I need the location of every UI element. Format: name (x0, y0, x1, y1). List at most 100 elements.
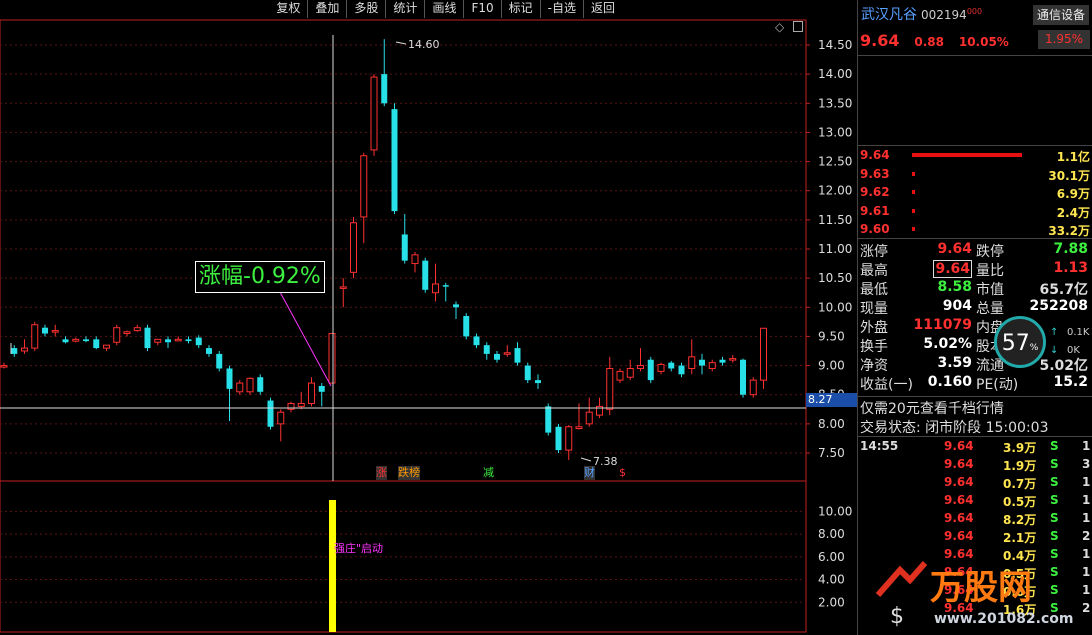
candle-body (555, 426, 562, 451)
tick-time: 14:55 (860, 439, 899, 453)
candle-body (297, 402, 305, 407)
dollar-logo-icon: $ (890, 604, 904, 629)
plot-frame (0, 19, 807, 633)
candle-body (103, 344, 110, 349)
quote-panel: 武汉凡谷 002194000 通信设备 9.64 0.88 10.05% 1.95… (857, 0, 1092, 635)
candle-body (494, 353, 500, 360)
stat-label: 量比 (976, 263, 1004, 279)
tick-volume: 0.5万 (1003, 495, 1037, 509)
y-axis-label: 8.00 (818, 417, 845, 431)
toolbar-item-7[interactable]: -自选 (539, 0, 583, 18)
kline-chart[interactable]: 14.50 14.00 13.50 13.00 12.50 12.00 11.50 11.00… (0, 0, 857, 635)
toolbar-item-0[interactable]: 复权 (269, 0, 308, 18)
price-change: 0.88 (914, 35, 944, 49)
low-price-label: 7.38 (593, 455, 618, 468)
orderbook-volume: 33.2万 (1048, 224, 1090, 238)
candle-body (246, 377, 254, 393)
stat-value: 5.02% (923, 336, 972, 352)
stat-label: 外盘 (860, 320, 888, 336)
orderbook-row[interactable]: 9.61 2.4万 (860, 204, 1090, 222)
orderbook-row[interactable]: 9.64 1.1亿 (860, 148, 1090, 166)
tick-price: 9.64 (944, 529, 974, 543)
orderbook-volume: 30.1万 (1048, 168, 1090, 183)
candle-body (308, 382, 315, 404)
candle-body (195, 337, 202, 346)
orderbook-volume-bar (912, 171, 915, 176)
sector-button[interactable]: 通信设备 (1033, 5, 1089, 25)
tick-count: 1 (1082, 439, 1091, 453)
indicator-label: 强庄"启动 (334, 542, 384, 555)
stat-value: 8.58 (937, 279, 972, 295)
candle-body (0, 365, 8, 368)
stat-label: 净资 (860, 358, 888, 374)
indicator-axis-label: 6.00 (818, 550, 845, 564)
gauge-down-value: 0K (1067, 345, 1080, 356)
candle-body (463, 316, 470, 337)
candle-body (83, 339, 89, 342)
stock-code: 002194000 (921, 7, 983, 22)
stat-value: 65.7亿 (1039, 282, 1088, 298)
orderbook-row[interactable]: 9.63 30.1万 (860, 167, 1090, 185)
stock-name[interactable]: 武汉凡谷 (861, 7, 917, 23)
pct-change: 10.05% (958, 35, 1009, 49)
sector-pct-badge: 1.95% (1038, 30, 1090, 49)
candle-body (226, 368, 233, 389)
candle-body (483, 345, 490, 354)
candle-body (154, 338, 162, 343)
watermark-text: 万股网 (930, 568, 1032, 608)
candle-body (606, 367, 614, 410)
window-square-icon[interactable] (793, 21, 803, 32)
orderbook-volume-bar (912, 190, 915, 194)
candle-body (11, 348, 18, 354)
tick-row[interactable]: 9.64 0.5万 S 1 (860, 493, 1092, 511)
candle-body (411, 254, 419, 265)
tick-row[interactable]: 9.64 0.7万 S 1 (860, 475, 1092, 493)
candle-body (185, 339, 192, 342)
candle-body (740, 359, 746, 395)
divider (858, 145, 1092, 146)
stat-label: 市值 (976, 282, 1004, 298)
candle-body (708, 362, 716, 369)
tick-price: 9.64 (944, 511, 974, 525)
y-axis-label: 14.50 (818, 38, 852, 52)
diamond-icon[interactable]: ◇ (775, 20, 784, 34)
gauge-up-value: 0.1K (1067, 327, 1090, 338)
tick-row[interactable]: 9.64 8.2万 S 1 (860, 511, 1092, 529)
orderbook-volume-bar (912, 227, 915, 231)
stat-label: 流通 (976, 358, 1004, 374)
arrow-logo-icon (875, 561, 928, 597)
candle-body (575, 426, 583, 430)
candle-body (401, 234, 408, 261)
chart-toolbar: 复权 叠加 多股 统计 画线 F10 标记 -自选 返回 (269, 0, 622, 18)
level2-notice[interactable]: 仅需20元查看千档行情 (860, 398, 1004, 418)
orderbook-price: 9.62 (860, 185, 890, 199)
orderbook-volume-bar (912, 208, 915, 213)
stat-zl_k: 总量 252208 (976, 298, 1090, 317)
toolbar-item-4[interactable]: 画线 (424, 0, 464, 18)
divider (858, 238, 1092, 239)
tick-row[interactable]: 14:55 9.64 3.9万 S 1 (860, 439, 1092, 457)
tick-row[interactable]: 9.64 2.1万 S 2 (860, 529, 1092, 547)
candle-body (473, 336, 480, 346)
y-axis-label: 9.00 (818, 359, 845, 373)
toolbar-item-6[interactable]: 标记 (500, 0, 540, 18)
toolbar-item-8[interactable]: 返回 (582, 0, 622, 18)
arrow-down-icon: ↓ (1050, 345, 1059, 356)
tick-row[interactable]: 9.64 1.9万 S 3 (860, 457, 1092, 475)
candle-body (133, 327, 141, 332)
candle-body (719, 359, 726, 363)
candle-body (277, 411, 285, 425)
orderbook-row[interactable]: 9.62 6.9万 (860, 185, 1090, 203)
stat-value: 5.02亿 (1039, 358, 1088, 374)
stat-zt_k: 涨停 9.64 (860, 241, 974, 260)
toolbar-item-3[interactable]: 统计 (385, 0, 425, 18)
tick-count: 2 (1082, 529, 1091, 543)
toolbar-item-5[interactable]: F10 (463, 0, 501, 18)
toolbar-item-1[interactable]: 叠加 (307, 0, 347, 18)
toolbar-item-2[interactable]: 多股 (346, 0, 386, 18)
candle-body (729, 358, 737, 361)
kline-chart-area[interactable]: 14.50 14.00 13.50 13.00 12.50 12.00 11.50 11.00… (0, 0, 858, 635)
tick-count: 1 (1082, 511, 1091, 525)
candle-body (328, 333, 336, 384)
stat-value: 0.160 (927, 374, 972, 390)
